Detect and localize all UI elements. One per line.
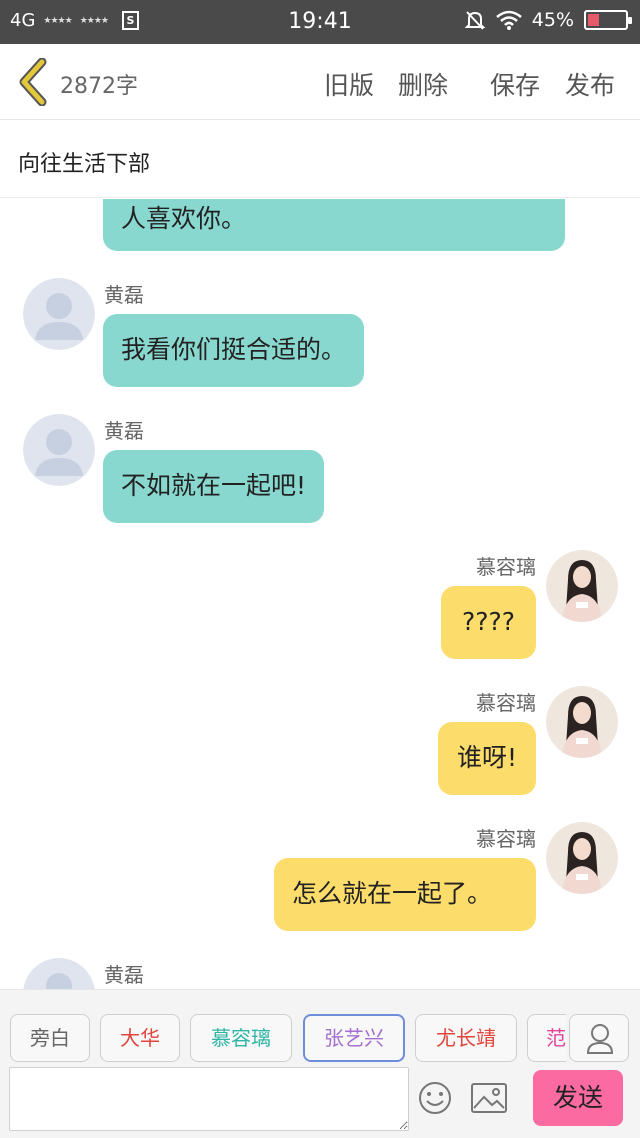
character-portrait-icon[interactable] <box>546 550 618 622</box>
character-chip-narrator[interactable]: 旁白 <box>10 1014 90 1062</box>
battery-icon <box>584 10 632 30</box>
battery-tip <box>628 17 632 24</box>
message-text: 谁呀! <box>456 743 518 772</box>
input-bar: 发送 <box>0 1067 640 1138</box>
message-text: 我看你们挺合适的。 <box>121 335 347 364</box>
speaker-name: 慕容璃 <box>476 555 536 579</box>
back-chevron-icon[interactable] <box>16 58 50 106</box>
send-button[interactable]: 发送 <box>533 1070 623 1126</box>
character-selector: 旁白 大华 慕容璃 张艺兴 尤长靖 范 <box>0 989 640 1069</box>
message-text: 不如就在一起吧! <box>121 471 307 500</box>
message-text: 人喜欢你。 <box>121 204 247 233</box>
message-text: 怎么就在一起了。 <box>292 879 493 908</box>
old-version-button[interactable]: 旧版 <box>324 66 374 102</box>
speaker-name: 慕容璃 <box>476 827 536 851</box>
character-portrait-icon[interactable] <box>546 822 618 894</box>
speaker-name: 黄磊 <box>104 283 144 307</box>
speaker-name: 慕容璃 <box>476 691 536 715</box>
default-avatar-icon[interactable] <box>23 958 95 989</box>
speaker-name: 黄磊 <box>104 419 144 443</box>
message-bubble[interactable]: 人喜欢你。 <box>103 199 565 251</box>
editor-header: 2872字 旧版 删除 保存 发布 <box>0 44 640 120</box>
character-chip-youchangjing[interactable]: 尤长靖 <box>415 1014 517 1062</box>
message-bubble[interactable]: 不如就在一起吧! <box>103 450 325 523</box>
character-chip-zhangyixing[interactable]: 张艺兴 <box>303 1014 405 1062</box>
message-bubble[interactable]: ???? <box>441 586 536 659</box>
save-button[interactable]: 保存 <box>490 66 540 102</box>
status-right: 45% <box>464 9 632 31</box>
character-chip-label: 张艺兴 <box>324 1026 384 1050</box>
message-bubble[interactable]: 怎么就在一起了。 <box>274 858 536 931</box>
character-chip-label: 旁白 <box>30 1026 70 1050</box>
character-portrait-icon[interactable] <box>546 686 618 758</box>
message-text: ???? <box>461 607 516 636</box>
default-avatar-icon[interactable] <box>23 414 95 486</box>
character-chip-label: 慕容璃 <box>211 1026 271 1050</box>
character-chip-murongli[interactable]: 慕容璃 <box>190 1014 292 1062</box>
default-avatar-icon[interactable] <box>23 278 95 350</box>
status-bar: 4G ★★★★ ★★★★ S 19:41 45% <box>0 0 640 44</box>
person-icon <box>586 1024 614 1054</box>
message-input[interactable] <box>9 1067 409 1131</box>
character-chip-dahua[interactable]: 大华 <box>100 1014 180 1062</box>
message-bubble[interactable]: 我看你们挺合适的。 <box>103 314 365 387</box>
character-manage-button[interactable] <box>569 1014 629 1062</box>
wifi-icon <box>495 10 522 30</box>
battery-fill <box>588 14 599 26</box>
word-count: 2872字 <box>60 74 138 99</box>
emoji-icon[interactable] <box>418 1081 452 1115</box>
story-title: 向往生活下部 <box>18 152 151 177</box>
speaker-name: 黄磊 <box>104 963 144 987</box>
character-chip-label: 范 <box>546 1026 566 1050</box>
publish-button[interactable]: 发布 <box>565 66 615 102</box>
character-chip-label: 尤长靖 <box>436 1026 496 1050</box>
character-chip-label: 大华 <box>120 1026 160 1050</box>
story-title-bar[interactable]: 向往生活下部 <box>0 120 640 198</box>
mute-bell-icon <box>464 11 486 30</box>
battery-percent: 45% <box>531 9 574 31</box>
message-bubble[interactable]: 谁呀! <box>438 722 536 795</box>
delete-button[interactable]: 删除 <box>398 66 448 102</box>
image-icon[interactable] <box>471 1083 507 1113</box>
chat-area[interactable]: 人喜欢你。 黄磊 我看你们挺合适的。 黄磊 不如就在一起吧! 慕容璃 ???? … <box>0 199 640 989</box>
